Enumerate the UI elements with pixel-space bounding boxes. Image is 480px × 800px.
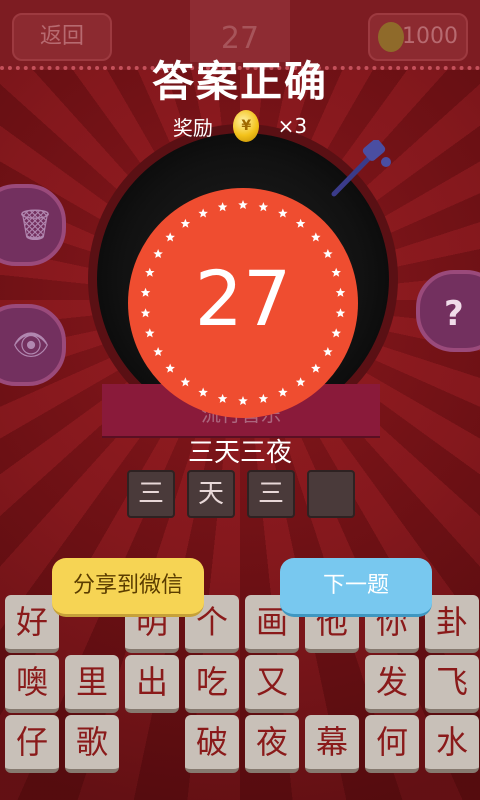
star-mark [295,377,306,387]
star-mark [180,377,191,387]
star-mark [180,218,191,228]
letter-key[interactable]: 歌 [65,715,119,773]
letter-key[interactable]: 好 [5,595,59,653]
level-number: 27 [194,254,292,343]
gold-coin-icon: ¥ [233,110,260,142]
star-mark [258,202,269,212]
answer-slot[interactable] [307,470,355,518]
letter-key[interactable]: 夜 [245,715,299,773]
star-mark [198,387,208,397]
star-mark [295,218,306,228]
letter-key[interactable]: 里 [65,655,119,713]
letter-key[interactable]: 飞 [425,655,479,713]
level-badge: 27 [128,188,358,418]
answer-slot[interactable]: 三 [247,470,295,518]
star-mark [311,363,321,373]
share-wechat-button[interactable]: 分享到微信 [52,558,204,617]
letter-key[interactable]: 发 [365,655,419,713]
star-mark [238,200,248,210]
next-question-button[interactable]: 下一题 [280,558,432,617]
reward-line: 奖励 ¥ ×3 [0,110,480,142]
star-mark [278,387,288,397]
star-mark [311,232,321,242]
letter-key[interactable]: 出 [125,655,179,713]
star-mark [165,232,175,242]
star-mark [217,202,228,212]
letter-key[interactable]: 卦 [425,595,479,653]
letter-key[interactable]: 破 [185,715,239,773]
hint-button[interactable]: ? [416,270,480,352]
letter-key[interactable]: 幕 [305,715,359,773]
answer-text: 三天三夜 [187,438,292,468]
letter-key[interactable]: 水 [425,715,479,773]
reward-label: 奖励 [172,115,213,140]
letter-key[interactable]: 何 [365,715,419,773]
star-mark [278,208,288,218]
letter-key[interactable]: 又 [245,655,299,713]
star-mark [165,363,175,373]
star-mark [323,347,333,357]
star-mark [238,396,248,406]
star-mark [153,347,163,357]
answer-slot[interactable]: 天 [187,470,235,518]
star-mark [258,393,269,403]
letter-key[interactable]: 仔 [5,715,59,773]
result-title: 答案正确 [151,57,328,106]
answer-slot[interactable]: 三 [127,470,175,518]
star-mark [217,393,228,403]
question-icon: ? [444,294,464,334]
eye-icon: 👁 [12,328,51,363]
letter-key[interactable]: 噢 [5,655,59,713]
reward-multiplier: ×3 [277,114,308,138]
star-mark [198,208,208,218]
letter-key[interactable]: 吃 [185,655,239,713]
trash-icon: 🗑 [16,208,55,243]
